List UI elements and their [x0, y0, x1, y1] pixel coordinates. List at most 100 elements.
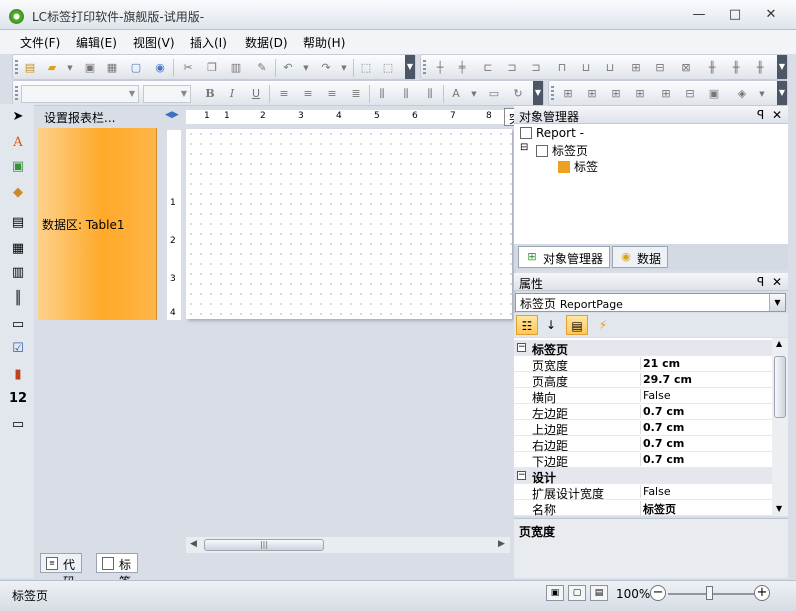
- property-category[interactable]: − 设计: [514, 468, 772, 485]
- text-justify-icon[interactable]: ≣: [347, 85, 365, 103]
- property-row[interactable]: 页宽度 21 cm: [514, 356, 772, 373]
- object-selector[interactable]: 标签页 ReportPage ▼: [515, 293, 786, 312]
- zoom-out-icon[interactable]: −: [650, 585, 666, 601]
- barcode-icon[interactable]: ║: [9, 290, 27, 308]
- property-row[interactable]: 页高度 29.7 cm: [514, 372, 772, 389]
- toolbar-overflow-icon[interactable]: ▼: [777, 55, 787, 79]
- properties-icon[interactable]: ▤: [566, 315, 588, 335]
- same-size-icon[interactable]: ⊠: [677, 59, 695, 77]
- align-middle-icon[interactable]: ⊔: [577, 59, 595, 77]
- table-icon[interactable]: ▦: [9, 240, 27, 258]
- property-row[interactable]: 扩展设计宽度 False: [514, 484, 772, 501]
- checkbox-object-icon[interactable]: ☑: [9, 340, 27, 358]
- tab-data[interactable]: ◉ 数据: [612, 246, 669, 268]
- valign-top-icon[interactable]: ⫼: [373, 85, 391, 103]
- property-category[interactable]: − 标签页: [514, 340, 772, 357]
- tree-node-label[interactable]: 标签: [558, 158, 598, 175]
- font-name-combo[interactable]: ▼: [21, 85, 139, 103]
- align-center-icon[interactable]: ⊐: [503, 59, 521, 77]
- pin-icon[interactable]: ꟼ: [757, 108, 764, 122]
- property-row[interactable]: 上边距 0.7 cm: [514, 420, 772, 437]
- band-settings-header[interactable]: 设置报表栏...: [38, 106, 158, 128]
- menu-data[interactable]: 数据(D): [245, 34, 288, 51]
- horizontal-scrollbar[interactable]: ◀ ||| ▶: [186, 537, 510, 553]
- data-band[interactable]: 数据区: Table1: [38, 128, 157, 320]
- collapse-icon[interactable]: −: [517, 471, 526, 480]
- copy-icon[interactable]: ❐: [203, 59, 221, 77]
- redo-dropdown-icon[interactable]: ▼: [335, 59, 353, 77]
- property-row[interactable]: 左边距 0.7 cm: [514, 404, 772, 421]
- menu-edit[interactable]: 编辑(E): [76, 34, 117, 51]
- menu-view[interactable]: 视图(V): [133, 34, 175, 51]
- pin-icon[interactable]: ꟼ: [757, 275, 764, 289]
- close-button[interactable]: ✕: [758, 6, 784, 24]
- undo-dropdown-icon[interactable]: ▼: [297, 59, 315, 77]
- fill-color-dropdown-icon[interactable]: ▼: [753, 85, 771, 103]
- same-width-icon[interactable]: ⊞: [627, 59, 645, 77]
- align-right-icon[interactable]: ⊐: [527, 59, 545, 77]
- view-mode-icon[interactable]: ▣: [546, 585, 564, 601]
- align-bottom-icon[interactable]: ⊔: [601, 59, 619, 77]
- align-icon[interactable]: ┼: [431, 59, 449, 77]
- scroll-left-icon[interactable]: ◀: [190, 539, 197, 549]
- property-row[interactable]: 下边距 0.7 cm: [514, 452, 772, 469]
- property-row[interactable]: 名称 标签页: [514, 500, 772, 516]
- preview-icon[interactable]: ◉: [151, 59, 169, 77]
- menu-help[interactable]: 帮助(H): [303, 34, 345, 51]
- maximize-button[interactable]: □: [722, 6, 748, 24]
- border-icon[interactable]: ⊞: [631, 85, 649, 103]
- picture-object-icon[interactable]: ▣: [9, 158, 27, 176]
- close-icon[interactable]: ✕: [772, 275, 782, 289]
- minimize-button[interactable]: —: [686, 6, 712, 24]
- zip-code-icon[interactable]: ▭: [9, 416, 27, 434]
- spacing-icon[interactable]: ╫: [751, 59, 769, 77]
- subreport-icon[interactable]: ▤: [9, 214, 27, 232]
- tree-node-page[interactable]: 标签页: [536, 142, 588, 159]
- undo-icon[interactable]: ↶: [279, 59, 297, 77]
- scroll-right-icon[interactable]: ▶: [498, 539, 505, 549]
- toolbar-overflow-icon[interactable]: ▼: [777, 81, 787, 105]
- border-icon[interactable]: ⊞: [559, 85, 577, 103]
- property-row[interactable]: 右边距 0.7 cm: [514, 436, 772, 453]
- text-color-dropdown-icon[interactable]: ▼: [465, 85, 483, 103]
- open-dropdown-icon[interactable]: ▼: [61, 59, 79, 77]
- toolbar-overflow-icon[interactable]: ▼: [405, 55, 415, 79]
- toolbar-grip[interactable]: [15, 60, 18, 76]
- text-color-icon[interactable]: A: [447, 85, 465, 103]
- tab-label-page[interactable]: 标签页: [96, 553, 139, 606]
- border-all-icon[interactable]: ⊞: [657, 85, 675, 103]
- number-object-icon[interactable]: 12: [9, 390, 27, 408]
- zoom-slider-thumb[interactable]: [706, 586, 713, 600]
- menu-insert[interactable]: 插入(I): [190, 34, 227, 51]
- tab-code[interactable]: ≡ 代码: [40, 553, 83, 589]
- valign-middle-icon[interactable]: ⫼: [397, 85, 415, 103]
- ungroup-icon[interactable]: ⬚: [379, 59, 397, 77]
- new-icon[interactable]: ▤: [21, 59, 39, 77]
- tab-object-manager[interactable]: ⊞ 对象管理器: [518, 246, 611, 268]
- open-folder-icon[interactable]: ▰: [43, 59, 61, 77]
- save-all-icon[interactable]: ▦: [103, 59, 121, 77]
- shapes-icon[interactable]: ◆: [9, 184, 27, 202]
- design-canvas[interactable]: [186, 129, 512, 319]
- chevron-down-icon[interactable]: ▼: [769, 294, 785, 311]
- tree-collapse-icon[interactable]: ⊟: [520, 142, 528, 153]
- close-icon[interactable]: ✕: [772, 108, 782, 122]
- matrix-icon[interactable]: ▥: [9, 264, 27, 282]
- chart-icon[interactable]: ▮: [9, 366, 27, 384]
- scrollbar-thumb[interactable]: [774, 356, 786, 418]
- scroll-down-icon[interactable]: ▼: [776, 504, 782, 513]
- view-mode-icon[interactable]: ▤: [590, 585, 608, 601]
- same-height-icon[interactable]: ⊟: [651, 59, 669, 77]
- text-align-left-icon[interactable]: ≡: [275, 85, 293, 103]
- highlight-icon[interactable]: ▭: [485, 85, 503, 103]
- pointer-icon[interactable]: ➤: [9, 108, 27, 126]
- property-grid-scrollbar[interactable]: ▲ ▼: [772, 338, 788, 516]
- border-none-icon[interactable]: ⊟: [681, 85, 699, 103]
- events-icon[interactable]: ⚡: [592, 315, 614, 335]
- border-icon[interactable]: ⊞: [583, 85, 601, 103]
- cut-icon[interactable]: ✂: [179, 59, 197, 77]
- underline-icon[interactable]: U: [247, 85, 265, 103]
- border-icon[interactable]: ⊞: [607, 85, 625, 103]
- spacing-icon[interactable]: ╫: [727, 59, 745, 77]
- print-preview-icon[interactable]: ▢: [127, 59, 145, 77]
